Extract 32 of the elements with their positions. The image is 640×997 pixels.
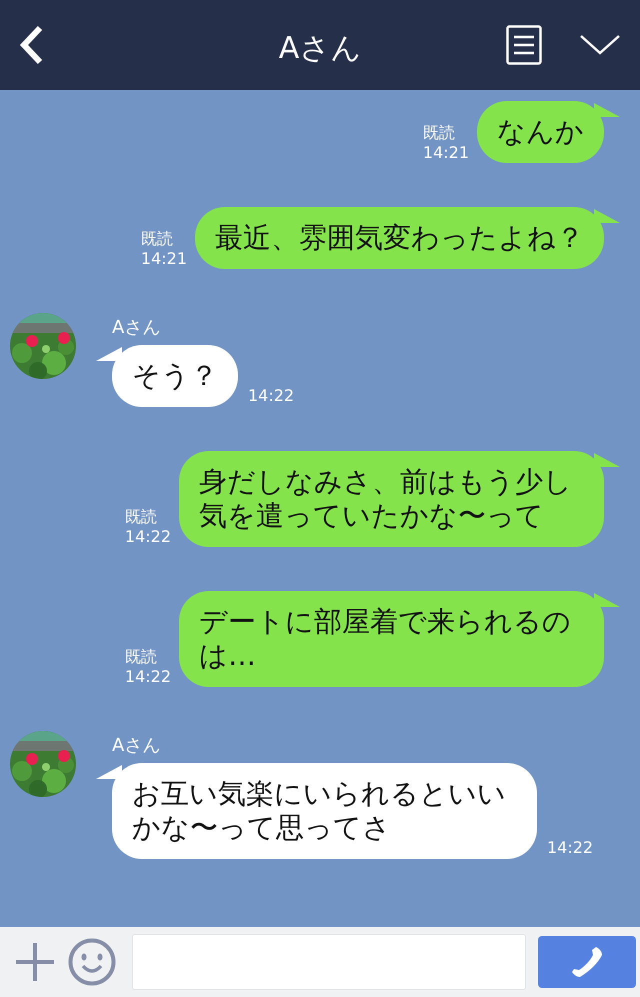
message-bubble: なんか — [477, 101, 620, 163]
collapse-button[interactable] — [580, 34, 620, 56]
add-button[interactable] — [14, 941, 56, 983]
message-time: 14:21 — [140, 249, 187, 269]
read-receipt: 既読 — [124, 647, 158, 667]
menu-button[interactable] — [506, 25, 542, 65]
sender-name: Aさん — [112, 316, 162, 339]
read-receipt: 既読 — [422, 123, 456, 143]
back-icon — [18, 25, 44, 65]
message-bubble: デートに部屋着で来られるのは… — [179, 591, 620, 687]
message-time: 14:21 — [422, 143, 469, 163]
message-time: 14:22 — [547, 838, 594, 857]
message-bubble: 身だしなみさ、前はもう少し気を遣っていたかな〜って — [179, 451, 620, 547]
message-bubble: お互い気楽にいられるといいかな〜って思ってさ — [96, 763, 537, 859]
message-bubble: 最近、雰囲気変わったよね？ — [195, 207, 620, 269]
sender-name: Aさん — [112, 734, 162, 757]
read-receipt: 既読 — [124, 507, 158, 527]
menu-icon — [506, 25, 542, 65]
back-button[interactable] — [18, 25, 44, 65]
message-time: 14:22 — [248, 386, 294, 405]
smiley-icon — [68, 938, 116, 986]
call-button[interactable] — [538, 936, 636, 988]
message-time: 14:22 — [124, 667, 171, 687]
read-receipt: 既読 — [140, 229, 174, 249]
emoji-button[interactable] — [68, 938, 116, 986]
message-input[interactable] — [132, 934, 526, 990]
chat-title: Aさん — [278, 30, 362, 68]
message-time: 14:22 — [124, 527, 171, 547]
message-bubble: そう？ — [96, 345, 238, 407]
chevron-down-icon — [580, 34, 620, 56]
plus-icon — [14, 941, 56, 983]
phone-icon — [570, 945, 604, 979]
